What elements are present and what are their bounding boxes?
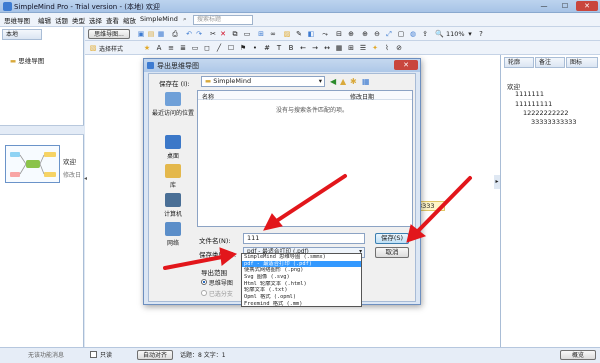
arrow-to-filename <box>263 174 347 231</box>
arrow-to-save <box>406 176 472 243</box>
arrow-to-filetype <box>163 247 238 270</box>
annotation-arrows <box>163 174 472 270</box>
